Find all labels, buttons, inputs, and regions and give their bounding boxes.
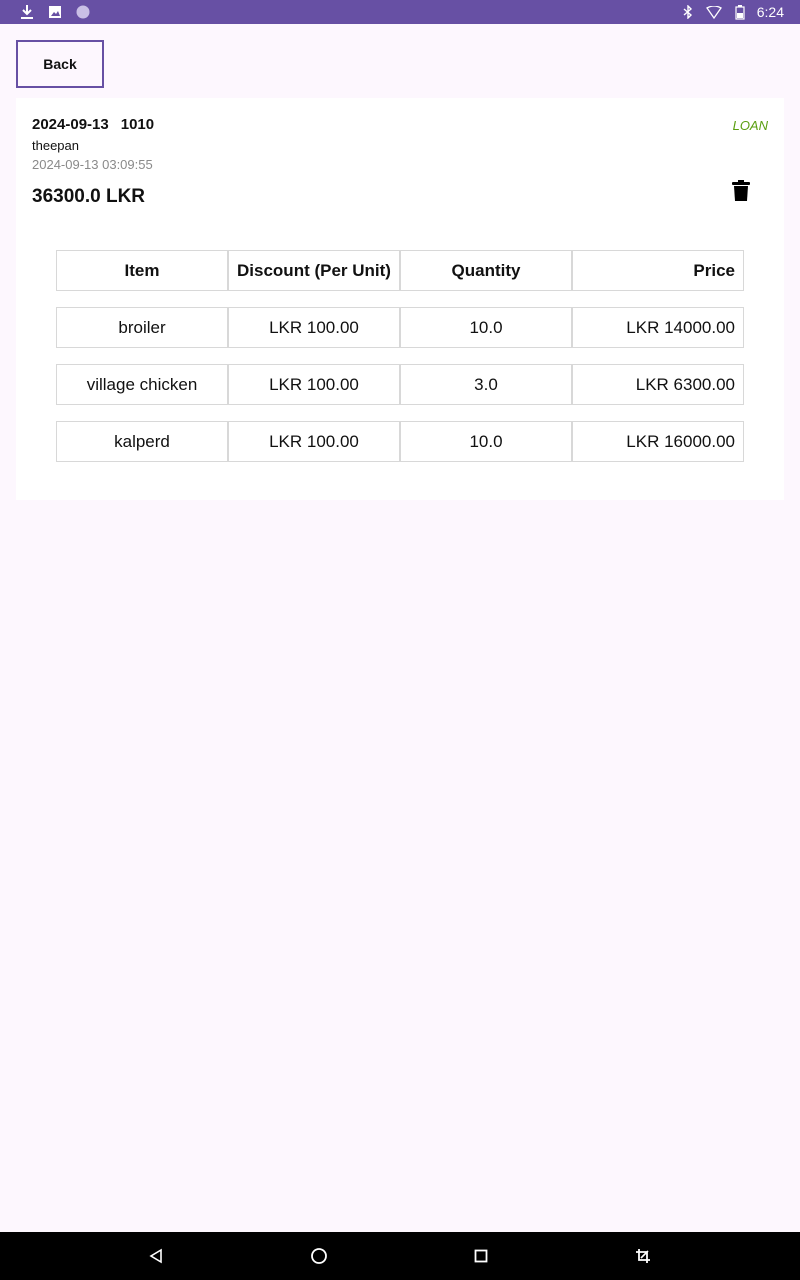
item-name: village chicken: [56, 364, 228, 405]
table-header: Item Discount (Per Unit) Quantity Price: [56, 250, 744, 291]
nav-back-button[interactable]: [144, 1244, 168, 1268]
nav-home-button[interactable]: [307, 1244, 331, 1268]
item-discount: LKR 100.00: [228, 364, 400, 405]
payment-status-label: LOAN: [732, 118, 768, 133]
table-row: kalperd LKR 100.00 10.0 LKR 16000.00: [56, 421, 744, 462]
trash-icon: [732, 180, 750, 201]
status-bar-notifications: [18, 3, 92, 21]
order-total: 36300.0 LKR: [32, 186, 146, 207]
item-price: LKR 16000.00: [572, 421, 744, 462]
header-quantity: Quantity: [400, 250, 572, 291]
nav-screenshot-button[interactable]: [631, 1244, 655, 1268]
item-discount: LKR 100.00: [228, 307, 400, 348]
header-discount: Discount (Per Unit): [228, 250, 400, 291]
bluetooth-icon: [679, 3, 697, 21]
header-price: Price: [572, 250, 744, 291]
table-row: village chicken LKR 100.00 3.0 LKR 6300.…: [56, 364, 744, 405]
item-name: kalperd: [56, 421, 228, 462]
order-header: 2024-09-13 1010: [32, 116, 154, 133]
order-number: 1010: [120, 116, 155, 133]
battery-icon: [731, 3, 749, 21]
back-button[interactable]: Back: [16, 40, 104, 88]
system-nav-bar: [0, 1232, 800, 1280]
order-card: 2024-09-13 1010 theepan 2024-09-13 03:09:…: [16, 98, 784, 500]
status-time: 6:24: [756, 4, 784, 20]
table-row: broiler LKR 100.00 10.0 LKR 14000.00: [56, 307, 744, 348]
item-quantity: 10.0: [400, 421, 572, 462]
status-bar-system: 6:24: [679, 0, 784, 24]
header-item: Item: [56, 250, 228, 291]
item-discount: LKR 100.00: [228, 421, 400, 462]
item-price: LKR 14000.00: [572, 307, 744, 348]
item-quantity: 3.0: [400, 364, 572, 405]
order-timestamp: 2024-09-13 03:09:55: [32, 157, 153, 172]
item-name: broiler: [56, 307, 228, 348]
nav-recents-button[interactable]: [469, 1244, 493, 1268]
status-bar: 6:24: [0, 0, 800, 24]
circle-icon: [74, 3, 92, 21]
delete-button[interactable]: [732, 180, 754, 204]
order-date: 2024-09-13: [32, 116, 109, 133]
wifi-icon: [705, 3, 723, 21]
customer-name: theepan: [32, 138, 79, 153]
back-triangle-icon: [149, 1248, 162, 1264]
download-icon: [18, 3, 36, 21]
item-quantity: 10.0: [400, 307, 572, 348]
screenshot-crop-icon: [636, 1249, 650, 1263]
home-circle-icon: [311, 1248, 327, 1264]
item-price: LKR 6300.00: [572, 364, 744, 405]
recents-square-icon: [474, 1249, 488, 1263]
image-icon: [46, 3, 64, 21]
